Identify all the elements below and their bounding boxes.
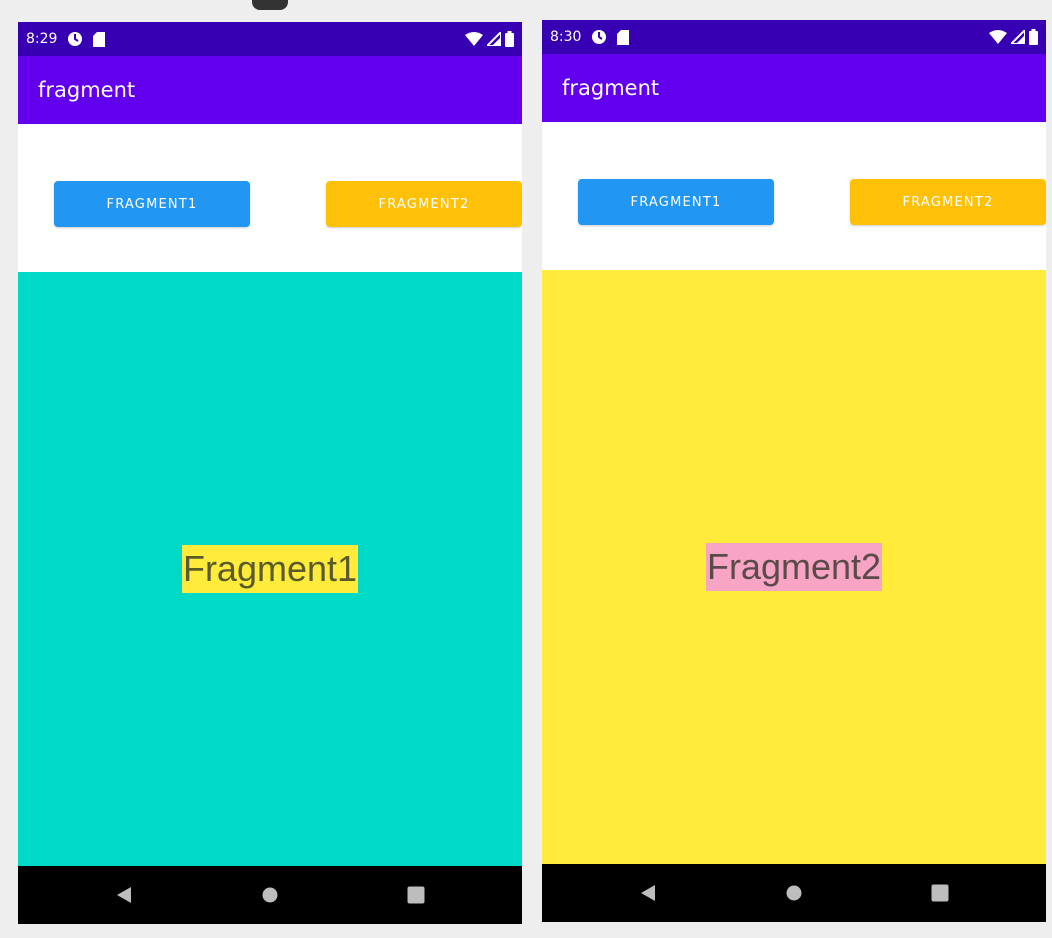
fragment-container: Fragment2 xyxy=(542,270,1046,864)
status-time: 8:30 xyxy=(550,29,582,45)
fragment1-button[interactable]: FRAGMENT1 xyxy=(54,181,250,227)
back-icon[interactable] xyxy=(115,886,133,904)
recents-icon[interactable] xyxy=(407,886,425,904)
fragment-container: Fragment1 xyxy=(18,272,522,866)
device-notch xyxy=(252,0,288,10)
app-title: fragment xyxy=(562,76,660,100)
status-bar: 8:30 xyxy=(542,20,1046,54)
battery-icon xyxy=(1029,29,1038,45)
app-bar: fragment xyxy=(542,54,1046,122)
back-icon[interactable] xyxy=(639,884,657,902)
signal-icon xyxy=(487,32,501,46)
fragment2-button[interactable]: FRAGMENT2 xyxy=(850,179,1046,225)
button-area: FRAGMENT1 FRAGMENT2 xyxy=(18,124,522,272)
fragment1-button[interactable]: FRAGMENT1 xyxy=(578,179,774,225)
fragment2-button[interactable]: FRAGMENT2 xyxy=(326,181,522,227)
navigation-bar xyxy=(542,864,1046,922)
navigation-bar xyxy=(18,866,522,924)
fragment-label: Fragment1 xyxy=(181,545,359,593)
status-bar: 8:29 xyxy=(18,22,522,56)
wifi-icon xyxy=(989,30,1007,44)
app-title: fragment xyxy=(38,78,136,102)
recents-icon[interactable] xyxy=(931,884,949,902)
sync-icon xyxy=(591,29,607,45)
phone-screen-2: 8:30 fragment FRAGMENT1 FRAGMENT2 Fragme… xyxy=(542,20,1046,922)
signal-icon xyxy=(1011,30,1025,44)
sd-card-icon xyxy=(93,31,106,47)
button-area: FRAGMENT1 FRAGMENT2 xyxy=(542,122,1046,270)
status-time: 8:29 xyxy=(26,31,58,47)
wifi-icon xyxy=(465,32,483,46)
phone-screen-1: 8:29 fragment FRAGMENT1 FRAGMENT2 Fragme… xyxy=(18,22,522,924)
sd-card-icon xyxy=(617,29,630,45)
screenshot-stage: 8:29 fragment FRAGMENT1 FRAGMENT2 Fragme… xyxy=(0,0,1052,938)
home-icon[interactable] xyxy=(262,887,278,903)
app-bar: fragment xyxy=(18,56,522,124)
battery-icon xyxy=(505,31,514,47)
sync-icon xyxy=(67,31,83,47)
home-icon[interactable] xyxy=(786,885,802,901)
fragment-label: Fragment2 xyxy=(705,543,883,591)
